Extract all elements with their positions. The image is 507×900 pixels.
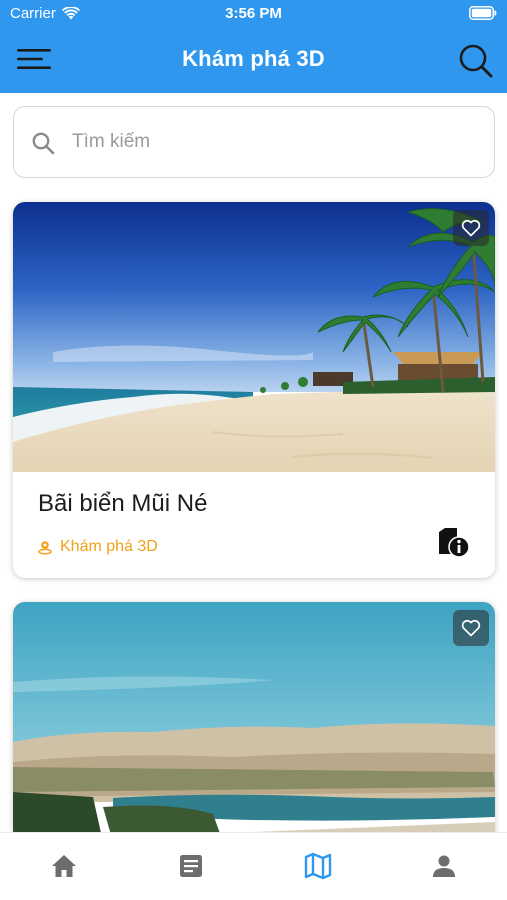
search-icon[interactable] [457,42,495,80]
place-card[interactable] [13,602,495,842]
nav-bar: Khám phá 3D [0,28,507,93]
person-icon[interactable] [429,851,459,881]
status-time: 3:56 PM [225,5,282,22]
search-icon [32,132,55,155]
favorite-button[interactable] [453,210,489,246]
place-image [13,202,495,472]
search-bar [13,106,495,178]
place-card[interactable]: Bãi biển Mũi Né Khám phá 3D [13,202,495,578]
place-tag-label: Khám phá 3D [60,538,158,555]
place-image [13,602,495,842]
battery-icon [469,6,497,20]
tab-bar [0,832,507,900]
photo-info-icon[interactable] [437,528,471,558]
status-bar: Carrier 3:56 PM [0,0,507,28]
article-icon[interactable] [176,851,206,881]
place-tag: Khám phá 3D [37,538,158,556]
place-title: Bãi biển Mũi Né [38,490,208,517]
page-title: Khám phá 3D [182,46,325,71]
location-icon [38,541,52,555]
header: Carrier 3:56 PM Khám phá 3D [0,0,507,93]
heart-icon [461,619,481,637]
map-icon[interactable] [303,851,333,881]
home-icon[interactable] [49,851,79,881]
heart-icon [461,219,481,237]
search-input[interactable] [72,125,472,159]
favorite-button[interactable] [453,610,489,646]
